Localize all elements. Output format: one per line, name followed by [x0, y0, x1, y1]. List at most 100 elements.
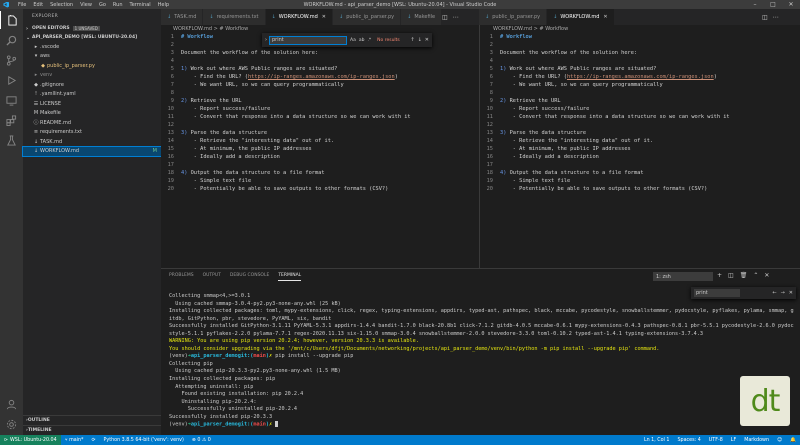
terminal-select[interactable]: 1: zsh	[653, 272, 713, 281]
tab-task-md[interactable]: ↓ TASK.md	[161, 9, 204, 25]
tree-item[interactable]: ▸ .vscode	[23, 42, 161, 52]
tree-item[interactable]: ⓘ README.md	[23, 118, 161, 128]
code-line: 16 - Ideally add a description	[161, 153, 280, 161]
tree-item[interactable]: ◆ public_ip_parser.py	[23, 61, 161, 71]
new-terminal-icon[interactable]: +	[717, 272, 722, 279]
tab-public-ip-parser-py[interactable]: ↓ public_ip_parser.py	[333, 9, 402, 25]
feedback-icon[interactable]: ☺	[773, 438, 786, 443]
file-icon: !	[34, 91, 37, 98]
find-option[interactable]: Aa	[350, 38, 356, 43]
line-text: - Report success/failure	[181, 106, 271, 112]
workspace-section[interactable]: ⌄ API_PARSER_DEMO [WSL: UBUNTU-20.04]	[23, 33, 161, 42]
close-icon[interactable]: ✕	[764, 272, 769, 279]
settings-gear-icon[interactable]	[0, 415, 23, 433]
tree-item[interactable]: ↓ WORKFLOW.md M	[22, 145, 162, 157]
find-input[interactable]: print	[269, 35, 347, 45]
line-number: 10	[486, 106, 493, 112]
tab-requirements-txt[interactable]: ↓ requirements.txt	[203, 9, 266, 25]
code-line: 2	[161, 41, 181, 49]
split-terminal-icon[interactable]: ◫	[728, 272, 734, 279]
tree-item[interactable]: ▸ venv	[23, 71, 161, 81]
source-control-icon[interactable]	[0, 51, 23, 69]
timeline-section[interactable]: › TIMELINE	[23, 425, 161, 434]
menu-run[interactable]: Run	[113, 2, 123, 8]
menu-go[interactable]: Go	[99, 2, 106, 8]
tab-makefile[interactable]: ↓ Makefile	[401, 9, 443, 25]
tree-item[interactable]: ≡ requirements.txt	[23, 128, 161, 138]
git-branch[interactable]: ⑂ main*	[61, 437, 88, 443]
outline-section[interactable]: › OUTLINE	[23, 415, 161, 424]
encoding[interactable]: UTF-8	[705, 438, 727, 443]
line-number: 18	[167, 170, 174, 176]
problems-count[interactable]: ⊗ 0 ⚠ 0	[188, 438, 215, 443]
chevron-right-icon[interactable]: ›	[265, 37, 267, 43]
maximize-panel-icon[interactable]: ⌃	[753, 272, 758, 279]
menu-view[interactable]: View	[80, 2, 92, 8]
line-ending[interactable]: LF	[727, 438, 740, 443]
run-debug-icon[interactable]	[0, 71, 23, 89]
panel-tab-problems[interactable]: PROBLEMS	[169, 273, 194, 281]
find-option[interactable]: .*	[367, 38, 371, 43]
file-icon: ⓘ	[33, 120, 39, 127]
next-match-icon[interactable]: ↓	[418, 37, 422, 43]
account-icon[interactable]	[0, 395, 23, 413]
menu-help[interactable]: Help	[158, 2, 169, 8]
find-option[interactable]: ab	[359, 38, 365, 43]
split-editor-icon[interactable]: ◫	[442, 14, 448, 21]
extensions-icon[interactable]	[0, 111, 23, 129]
search-icon[interactable]	[0, 31, 23, 49]
remote-indicator[interactable]: ⊳ WSL: Ubuntu-20.04	[0, 435, 61, 445]
tree-item[interactable]: ↓ TASK.md	[23, 137, 161, 147]
url-link[interactable]: https://ip-ranges.amazonaws.com/ip-range…	[248, 74, 395, 80]
minimize-button[interactable]: –	[746, 0, 764, 9]
remote-explorer-icon[interactable]	[0, 91, 23, 109]
python-interpreter[interactable]: Python 3.8.5 64-bit ('venv': venv)	[99, 438, 187, 443]
breadcrumb[interactable]: WORKFLOW.md > # Workflow	[173, 25, 248, 33]
code-line: 5 1) Work out where AWS Public ranges are…	[161, 65, 337, 73]
code-line: 18 4) Output the data structure to a file…	[480, 169, 644, 177]
cursor-position[interactable]: Ln 1, Col 1	[640, 438, 674, 443]
tree-item[interactable]: ! .yamllint.yaml	[23, 90, 161, 100]
close-icon[interactable]: ✕	[322, 14, 326, 20]
url-link[interactable]: https://ip-ranges.amazonaws.com/ip-range…	[567, 74, 714, 80]
open-editors-section[interactable]: › OPEN EDITORS 1 UNSAVED	[23, 24, 161, 33]
close-icon[interactable]: ✕	[603, 14, 607, 20]
menu-edit[interactable]: Edit	[33, 2, 43, 8]
terminal-output[interactable]: Collecting smmap<4,>=3.0.1 Using cached …	[169, 293, 794, 429]
line-number: 16	[167, 154, 174, 160]
tree-item[interactable]: ◆ .gitignore	[23, 80, 161, 90]
menu-file[interactable]: File	[18, 2, 26, 8]
tab-workflow-md[interactable]: ↓ WORKFLOW.md ✕	[265, 9, 333, 25]
terminal-line: Installing collected packages: toml, myp…	[169, 308, 794, 322]
notifications-bell-icon[interactable]: 🔔	[786, 438, 800, 443]
panel-tab-terminal[interactable]: TERMINAL	[278, 273, 302, 281]
editor-right[interactable]: 1 # Workflow 2 3 Document the workflow of th…	[480, 33, 800, 268]
menu-selection[interactable]: Selection	[50, 2, 73, 8]
maximize-button[interactable]: □	[764, 0, 782, 9]
menu-terminal[interactable]: Terminal	[130, 2, 151, 8]
tab-public-ip-parser-py[interactable]: ↓ public_ip_parser.py	[479, 9, 548, 25]
indentation[interactable]: Spaces: 4	[673, 438, 704, 443]
trash-icon[interactable]: 🗑	[740, 272, 748, 279]
split-editor-icon[interactable]: ◫	[762, 14, 768, 21]
previous-match-icon[interactable]: ↑	[410, 37, 414, 43]
language-mode[interactable]: Markdown	[740, 438, 773, 443]
close-window-button[interactable]: ✕	[782, 0, 800, 9]
panel-tab-output[interactable]: OUTPUT	[203, 273, 221, 281]
tree-item[interactable]: ☰ LICENSE	[23, 99, 161, 109]
code-line: 4	[161, 57, 181, 65]
line-number: 18	[486, 170, 493, 176]
more-actions-icon[interactable]: ⋯	[453, 14, 459, 21]
explorer-icon[interactable]	[0, 11, 23, 29]
testing-icon[interactable]	[0, 131, 23, 149]
editor-left[interactable]: 1 # Workflow 2 3 Document the workflow of th…	[161, 33, 479, 268]
markdown-heading: # Workflow	[500, 34, 532, 40]
tree-item[interactable]: M Makefile	[23, 109, 161, 119]
more-actions-icon[interactable]: ⋯	[773, 14, 779, 21]
sync-icon[interactable]: ⟳	[87, 438, 99, 443]
breadcrumb[interactable]: WORKFLOW.md > # Workflow	[493, 25, 568, 33]
tab-workflow-md[interactable]: ↓ WORKFLOW.md ✕	[547, 9, 615, 25]
close-icon[interactable]: ✕	[425, 37, 429, 43]
tree-item[interactable]: ▾ aws	[23, 52, 161, 62]
panel-tab-debug-console[interactable]: DEBUG CONSOLE	[230, 273, 269, 281]
